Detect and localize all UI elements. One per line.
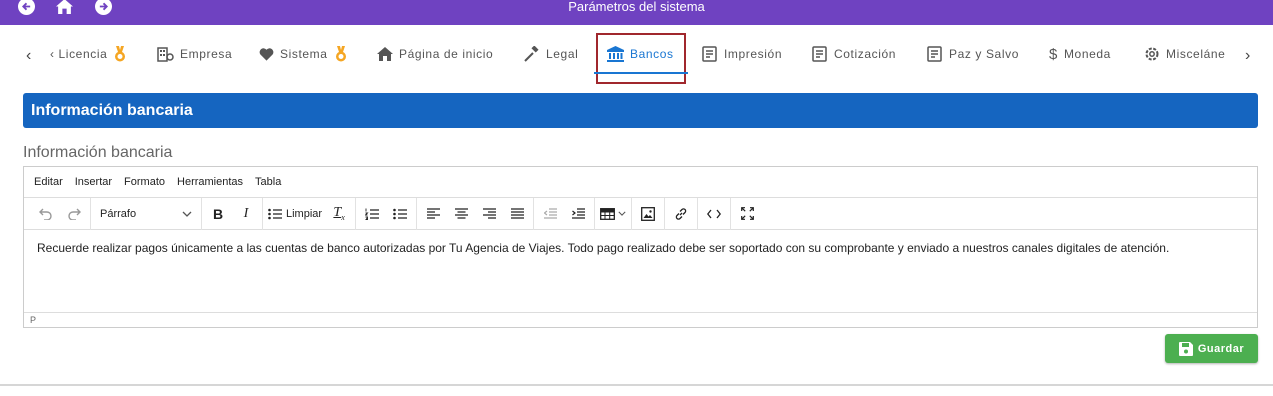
- tab-label: Sistema: [280, 47, 328, 61]
- insert-image-button[interactable]: [637, 203, 659, 225]
- italic-button[interactable]: I: [235, 203, 257, 225]
- chevron-down-icon: [618, 211, 626, 216]
- undo-icon: [39, 208, 52, 220]
- bullet-list-button[interactable]: [389, 203, 411, 225]
- align-justify-icon: [510, 208, 524, 219]
- source-code-button[interactable]: [703, 203, 725, 225]
- field-label: Información bancaria: [23, 144, 173, 161]
- numbered-list-button[interactable]: [361, 203, 383, 225]
- receipt-icon: [927, 46, 942, 62]
- element-path[interactable]: P: [30, 315, 36, 325]
- image-icon: [641, 206, 656, 221]
- tab-sistema[interactable]: Sistema: [259, 42, 348, 66]
- redo-icon: [68, 208, 81, 220]
- home-icon: [377, 47, 393, 61]
- align-justify-button[interactable]: [506, 203, 528, 225]
- clear-list-button[interactable]: Limpiar: [268, 208, 322, 220]
- menu-tabla[interactable]: Tabla: [255, 176, 281, 188]
- tab-label: Página de inicio: [399, 47, 494, 61]
- tab-label: Empresa: [180, 47, 233, 61]
- building-icon: [157, 47, 174, 62]
- tab-label: Paz y Salvo: [949, 47, 1019, 61]
- dollar-icon: $: [1049, 45, 1058, 63]
- italic-icon: I: [243, 205, 249, 221]
- medal-icon: [115, 46, 126, 62]
- tabs-scroll-right[interactable]: ›: [1245, 47, 1250, 65]
- tab-licencia[interactable]: ‹ Licencia: [50, 42, 127, 66]
- save-label: Guardar: [1197, 342, 1245, 355]
- block-format-select[interactable]: Párrafo: [96, 208, 196, 220]
- table-icon: [600, 207, 616, 220]
- clear-format-icon: Tx: [333, 205, 345, 222]
- heart-icon: [259, 48, 274, 61]
- clear-label: Limpiar: [286, 207, 323, 220]
- tabs-scroll-left[interactable]: ‹: [26, 47, 31, 65]
- align-left-icon: [426, 208, 440, 219]
- align-right-icon: [482, 208, 496, 219]
- editor-content[interactable]: Recuerde realizar pagos únicamente a las…: [24, 230, 1257, 312]
- chevron-down-icon: [182, 211, 192, 217]
- align-center-icon: [454, 208, 468, 219]
- receipt-icon: [812, 46, 827, 62]
- menu-herramientas[interactable]: Herramientas: [177, 176, 243, 188]
- section-header: Información bancaria: [23, 93, 1258, 128]
- clear-format-button[interactable]: Tx: [328, 203, 350, 225]
- floppy-disk-icon: [1178, 341, 1193, 356]
- table-button[interactable]: [600, 207, 626, 220]
- indent-icon: [571, 208, 585, 219]
- active-tab-indicator: [594, 72, 688, 74]
- bullet-list-icon: [268, 208, 282, 219]
- indent-button[interactable]: [567, 203, 589, 225]
- align-right-button[interactable]: [478, 203, 500, 225]
- tab-empresa[interactable]: Empresa: [157, 42, 232, 66]
- numbered-list-icon: [365, 208, 380, 220]
- undo-button[interactable]: [35, 203, 57, 225]
- menu-editar[interactable]: Editar: [34, 176, 63, 188]
- editor-menubar: Editar Insertar Formato Herramientas Tab…: [24, 167, 1257, 198]
- tab-label: Misceláne: [1166, 47, 1226, 61]
- receipt-icon: [702, 46, 717, 62]
- outdent-button[interactable]: [539, 203, 561, 225]
- code-icon: [707, 209, 722, 218]
- tab-impresion[interactable]: Impresión: [702, 42, 782, 66]
- divider: [0, 384, 1273, 386]
- top-bar: Parámetros del sistema: [0, 0, 1273, 25]
- fullscreen-icon: [740, 207, 754, 220]
- tab-cotizacion[interactable]: Cotización: [812, 42, 896, 66]
- medal-icon: [335, 46, 346, 62]
- tab-legal[interactable]: Legal: [524, 42, 578, 66]
- menu-insertar[interactable]: Insertar: [75, 176, 112, 188]
- gavel-icon: [524, 46, 539, 62]
- gear-icon: [1145, 47, 1159, 61]
- editor-toolbar: Párrafo B I Limpiar Tx: [24, 197, 1257, 230]
- menu-formato[interactable]: Formato: [124, 176, 165, 188]
- tab-moneda[interactable]: $ Moneda: [1049, 42, 1111, 66]
- tab-miscelanea[interactable]: Misceláne: [1144, 42, 1225, 66]
- link-icon: [675, 207, 687, 220]
- tab-paz-y-salvo[interactable]: Paz y Salvo: [927, 42, 1019, 66]
- tab-label: Impresión: [724, 47, 783, 61]
- fullscreen-button[interactable]: [736, 203, 758, 225]
- outdent-icon: [543, 208, 557, 219]
- bold-icon: B: [212, 205, 224, 222]
- save-button[interactable]: Guardar: [1165, 334, 1258, 363]
- bold-button[interactable]: B: [207, 203, 229, 225]
- insert-link-button[interactable]: [670, 203, 692, 225]
- align-left-button[interactable]: [422, 203, 444, 225]
- page-title: Parámetros del sistema: [568, 0, 705, 14]
- editor-statusbar: P: [24, 312, 1257, 327]
- tab-label: Cotización: [834, 47, 897, 61]
- rich-text-editor: Editar Insertar Formato Herramientas Tab…: [23, 166, 1258, 328]
- tab-label: Moneda: [1063, 47, 1111, 61]
- redo-button[interactable]: [63, 203, 85, 225]
- block-format-value: Párrafo: [100, 207, 137, 220]
- tab-label: Legal: [546, 47, 579, 61]
- active-tab-highlight: [596, 33, 686, 84]
- tab-pagina-de-inicio[interactable]: Página de inicio: [377, 42, 493, 66]
- tab-label: ‹ Licencia: [50, 47, 108, 61]
- align-center-button[interactable]: [450, 203, 472, 225]
- bullet-list-icon: [393, 208, 408, 219]
